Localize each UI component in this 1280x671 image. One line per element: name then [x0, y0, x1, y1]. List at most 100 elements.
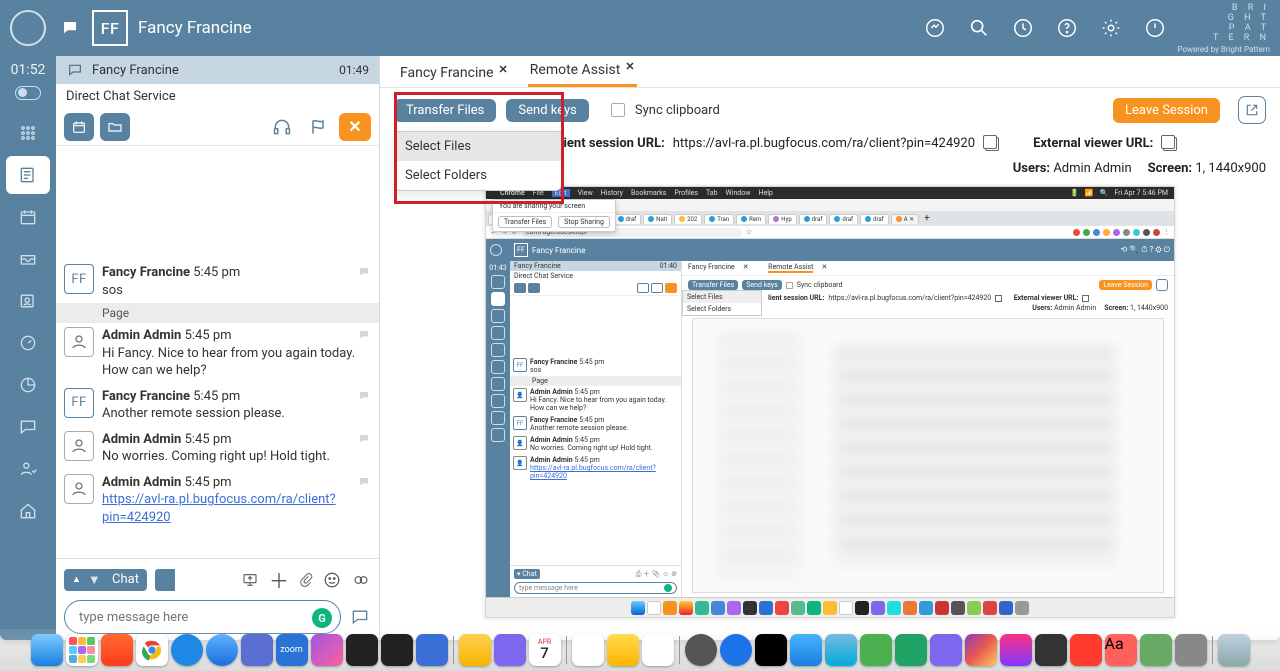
dock-app[interactable] [755, 634, 787, 666]
rail-chat[interactable] [6, 408, 50, 446]
add-icon[interactable]: ＋ [269, 565, 289, 594]
close-tab-icon[interactable]: ✕ [625, 60, 634, 73]
search-icon[interactable] [961, 10, 997, 46]
dock-drive[interactable] [459, 634, 491, 666]
dock-mail[interactable] [790, 634, 822, 666]
grammarly-icon[interactable]: G [312, 608, 332, 628]
dock-appstore[interactable] [720, 634, 752, 666]
copy-icon[interactable] [985, 137, 999, 151]
cobrowse-icon[interactable] [351, 572, 371, 588]
message-input[interactable] [79, 610, 304, 625]
screen-label: Screen: [1148, 161, 1192, 176]
dock-edge[interactable] [171, 634, 203, 666]
dock-app[interactable] [494, 634, 526, 666]
dock-instagram[interactable] [965, 634, 997, 666]
dock-settings[interactable] [685, 634, 717, 666]
dock-trash[interactable] [1218, 634, 1250, 666]
chat-icon[interactable] [60, 19, 80, 37]
internal-chat-icon[interactable] [349, 607, 371, 627]
rail-dashboard[interactable] [6, 324, 50, 362]
reply-icon[interactable] [357, 329, 371, 341]
dock-messages[interactable] [860, 634, 892, 666]
rail-contacts[interactable] [6, 282, 50, 320]
dd-select-files[interactable]: Select Files [395, 132, 561, 161]
dock-finder[interactable] [31, 634, 63, 666]
dock-notes[interactable] [607, 634, 639, 666]
dock-discord[interactable] [930, 634, 962, 666]
chat-header-time: 01:49 [339, 63, 369, 77]
close-tab-icon[interactable]: ✕ [499, 63, 508, 76]
share-transfer-btn[interactable]: Transfer Files [498, 216, 552, 228]
dock-app[interactable] [1070, 634, 1102, 666]
timer-icon[interactable] [1005, 10, 1041, 46]
screen-share-icon[interactable] [241, 572, 259, 588]
dock-launchpad[interactable] [66, 634, 98, 666]
rail-inbox[interactable] [6, 240, 50, 278]
reply-icon[interactable] [357, 266, 371, 278]
transfer-files-button[interactable]: Transfer Files [394, 99, 496, 122]
availability-toggle[interactable] [15, 86, 41, 100]
emoji-icon[interactable] [323, 571, 341, 589]
msg-link[interactable]: https://avl-ra.pl.bugfocus.com/ra/client… [102, 492, 336, 525]
status-avatar[interactable] [10, 10, 46, 46]
msg-time: 5:45 pm [193, 265, 240, 280]
folder-button[interactable] [100, 113, 130, 141]
dock-terminal[interactable] [346, 634, 378, 666]
dock-app[interactable] [572, 634, 604, 666]
app-window: FF Fancy Francine B R I G H T P A T T E … [0, 0, 1280, 640]
gear-icon[interactable] [1093, 10, 1129, 46]
copy-icon[interactable] [1163, 137, 1177, 151]
avatar-user [64, 431, 94, 461]
rail-calendar[interactable] [6, 198, 50, 236]
dock-app[interactable] [642, 634, 674, 666]
remote-screen-view[interactable]: Chrome File Edit View History Bookmarks … [380, 184, 1280, 640]
send-keys-button[interactable]: Send keys [506, 99, 588, 122]
share-icon[interactable] [917, 10, 953, 46]
leave-session-button[interactable]: Leave Session [1113, 98, 1220, 123]
rail-dialpad[interactable] [6, 114, 50, 152]
sync-clipboard-checkbox[interactable] [611, 103, 625, 117]
chat-toolbar: ✕ [56, 108, 379, 146]
brand-subtitle: Powered by Bright Pattern [1177, 45, 1270, 54]
power-icon[interactable] [1137, 10, 1173, 46]
dd-select-folders[interactable]: Select Folders [395, 161, 561, 190]
chat-header[interactable]: Fancy Francine 01:49 [56, 56, 379, 84]
reply-icon[interactable] [357, 390, 371, 402]
dock-app[interactable] [381, 634, 413, 666]
dock-app[interactable] [1035, 634, 1067, 666]
contact-badge[interactable]: FF [92, 10, 128, 46]
dock-dictionary[interactable]: Aa [1105, 634, 1137, 666]
reply-icon[interactable] [357, 433, 371, 445]
tab-remote-assist[interactable]: Remote Assist✕ [528, 56, 637, 87]
rail-user-admin[interactable] [6, 450, 50, 488]
popout-button[interactable] [1238, 96, 1266, 124]
reply-icon[interactable] [357, 476, 371, 488]
channel-chat-button[interactable]: ▲▼ Chat [64, 569, 147, 591]
headset-button[interactable] [267, 113, 297, 141]
dock-teams[interactable] [241, 634, 273, 666]
dock-calendar[interactable]: APR7 [529, 634, 561, 666]
share-stop-btn[interactable]: Stop Sharing [558, 216, 610, 228]
dock-app[interactable] [1175, 634, 1207, 666]
attachment-icon[interactable] [299, 571, 313, 589]
schedule-button[interactable] [64, 113, 94, 141]
end-chat-button[interactable]: ✕ [339, 113, 371, 141]
dock-app[interactable] [825, 634, 857, 666]
dock-zoom[interactable]: zoom [276, 634, 308, 666]
tab-fancy-francine[interactable]: Fancy Francine✕ [398, 59, 510, 87]
flag-button[interactable] [303, 113, 333, 141]
rail-home[interactable] [6, 492, 50, 530]
dock-app[interactable] [101, 634, 133, 666]
dock-chrome[interactable] [136, 634, 168, 666]
dock-safari[interactable] [206, 634, 238, 666]
rail-reports[interactable] [6, 366, 50, 404]
dock-excel[interactable] [895, 634, 927, 666]
dock-app[interactable] [416, 634, 448, 666]
attach-doc-button[interactable] [155, 569, 175, 591]
dock-music[interactable] [1000, 634, 1032, 666]
rail-conversations[interactable] [6, 156, 50, 194]
dock-app[interactable] [311, 634, 343, 666]
msg-sender: Fancy Francine [102, 265, 190, 280]
help-icon[interactable] [1049, 10, 1085, 46]
dock-app[interactable] [1140, 634, 1172, 666]
